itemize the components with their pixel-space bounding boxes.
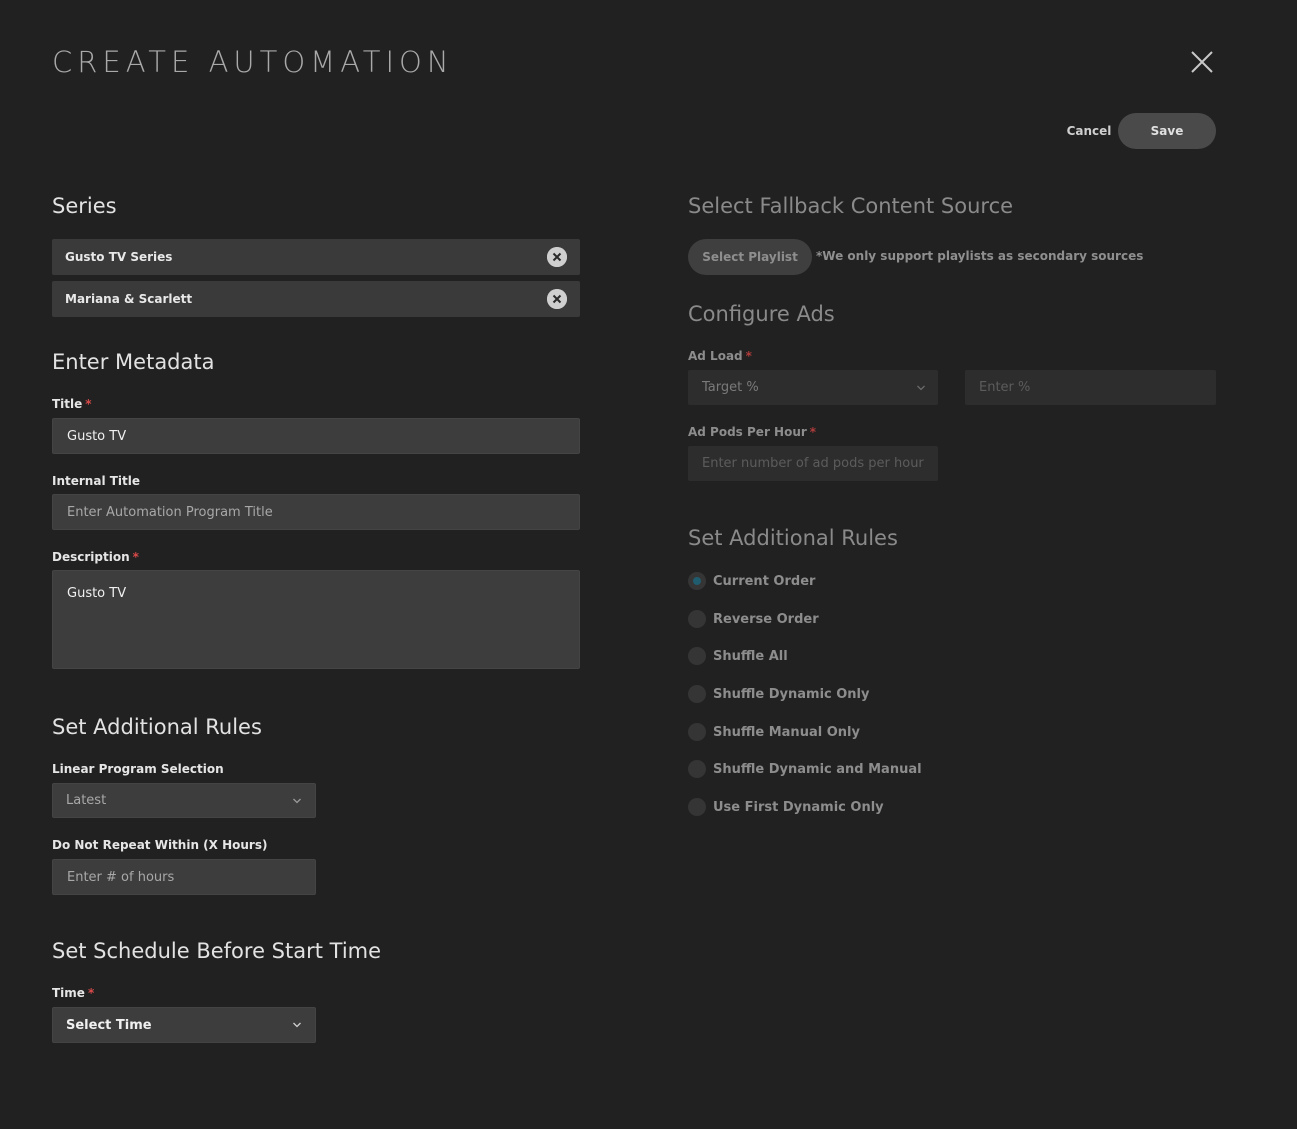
do-not-repeat-input[interactable]: Enter # of hours <box>52 859 316 895</box>
radio-label: Current Order <box>713 573 816 589</box>
chevron-down-icon <box>293 798 301 803</box>
required-mark: * <box>745 349 752 363</box>
fallback-heading: Select Fallback Content Source <box>688 194 1014 218</box>
remove-icon[interactable] <box>547 247 567 267</box>
ad-pods-input[interactable]: Enter number of ad pods per hour <box>688 446 938 481</box>
time-label-text: Time <box>52 986 85 1000</box>
select-playlist-button[interactable]: Select Playlist <box>688 239 812 275</box>
chevron-down-icon <box>293 1022 301 1028</box>
remove-icon[interactable] <box>547 289 567 309</box>
cancel-button[interactable]: Cancel <box>1060 113 1118 149</box>
radio-button[interactable] <box>688 685 706 703</box>
internal-title-label: Internal Title <box>52 474 141 488</box>
ad-load-percent-input[interactable]: Enter % <box>965 370 1216 405</box>
radio-label: Use First Dynamic Only <box>713 799 884 815</box>
description-label-text: Description <box>52 550 130 564</box>
series-chip-label: Mariana & Scarlett <box>65 292 193 306</box>
radio-label: Shuffle Dynamic and Manual <box>713 761 922 777</box>
time-select-value: Select Time <box>66 1017 152 1033</box>
required-mark: * <box>132 550 139 564</box>
linear-selection-select[interactable]: Latest <box>52 783 316 818</box>
title-label-text: Title <box>52 397 83 411</box>
title-label: Title * <box>52 396 92 412</box>
right-additional-rules-heading: Set Additional Rules <box>688 526 898 550</box>
time-label: Time * <box>52 985 94 1001</box>
radio-button[interactable] <box>688 798 706 816</box>
ad-load-select[interactable]: Target % <box>688 370 938 405</box>
close-icon[interactable] <box>1184 44 1220 80</box>
additional-rules-heading: Set Additional Rules <box>52 715 262 739</box>
schedule-heading: Set Schedule Before Start Time <box>52 939 382 963</box>
radio-button[interactable] <box>688 610 706 628</box>
time-select[interactable]: Select Time <box>52 1007 316 1043</box>
ad-load-label-text: Ad Load <box>688 349 743 363</box>
radio-reverse-order[interactable]: Reverse Order <box>688 609 819 629</box>
configure-ads-heading: Configure Ads <box>688 302 835 326</box>
radio-shuffle-all[interactable]: Shuffle All <box>688 646 788 666</box>
internal-title-input[interactable]: Enter Automation Program Title <box>52 494 580 530</box>
do-not-repeat-label: Do Not Repeat Within (X Hours) <box>52 838 268 852</box>
radio-current-order[interactable]: Current Order <box>688 571 815 591</box>
radio-button[interactable] <box>688 723 706 741</box>
radio-shuffle-manual-only[interactable]: Shuffle Manual Only <box>688 722 860 742</box>
series-chip: Gusto TV Series <box>52 239 580 275</box>
series-chip-label: Gusto TV Series <box>65 250 173 264</box>
radio-use-first-dynamic-only[interactable]: Use First Dynamic Only <box>688 797 884 817</box>
fallback-note: *We only support playlists as secondary … <box>816 249 1144 263</box>
ad-load-label: Ad Load * <box>688 348 752 364</box>
required-mark: * <box>85 397 92 411</box>
chevron-down-icon <box>917 385 925 391</box>
radio-button[interactable] <box>688 760 706 778</box>
metadata-heading: Enter Metadata <box>52 350 215 374</box>
ad-load-select-value: Target % <box>702 380 759 395</box>
radio-shuffle-dynamic-only[interactable]: Shuffle Dynamic Only <box>688 684 870 704</box>
save-button[interactable]: Save <box>1118 113 1216 149</box>
radio-label: Shuffle Dynamic Only <box>713 686 870 702</box>
radio-label: Shuffle Manual Only <box>713 724 860 740</box>
required-mark: * <box>809 425 817 439</box>
create-automation-page: CREATE AUTOMATION Cancel Save Series Gus… <box>0 0 1297 1129</box>
series-heading: Series <box>52 194 117 218</box>
series-chip: Mariana & Scarlett <box>52 281 580 317</box>
radio-shuffle-dynamic-and-manual[interactable]: Shuffle Dynamic and Manual <box>688 759 922 779</box>
radio-button[interactable] <box>688 572 706 590</box>
page-title: CREATE AUTOMATION <box>52 45 454 79</box>
ad-pods-label: Ad Pods Per Hour * <box>688 424 816 440</box>
title-input[interactable]: Gusto TV <box>52 418 580 454</box>
radio-button[interactable] <box>688 647 706 665</box>
linear-selection-label: Linear Program Selection <box>52 762 224 776</box>
radio-label: Reverse Order <box>713 611 819 627</box>
description-textarea[interactable]: Gusto TV <box>52 570 580 669</box>
linear-selection-value: Latest <box>66 793 107 808</box>
radio-label: Shuffle All <box>713 648 788 664</box>
description-label: Description * <box>52 549 139 565</box>
required-mark: * <box>87 986 95 1000</box>
ad-pods-label-text: Ad Pods Per Hour <box>688 425 807 439</box>
